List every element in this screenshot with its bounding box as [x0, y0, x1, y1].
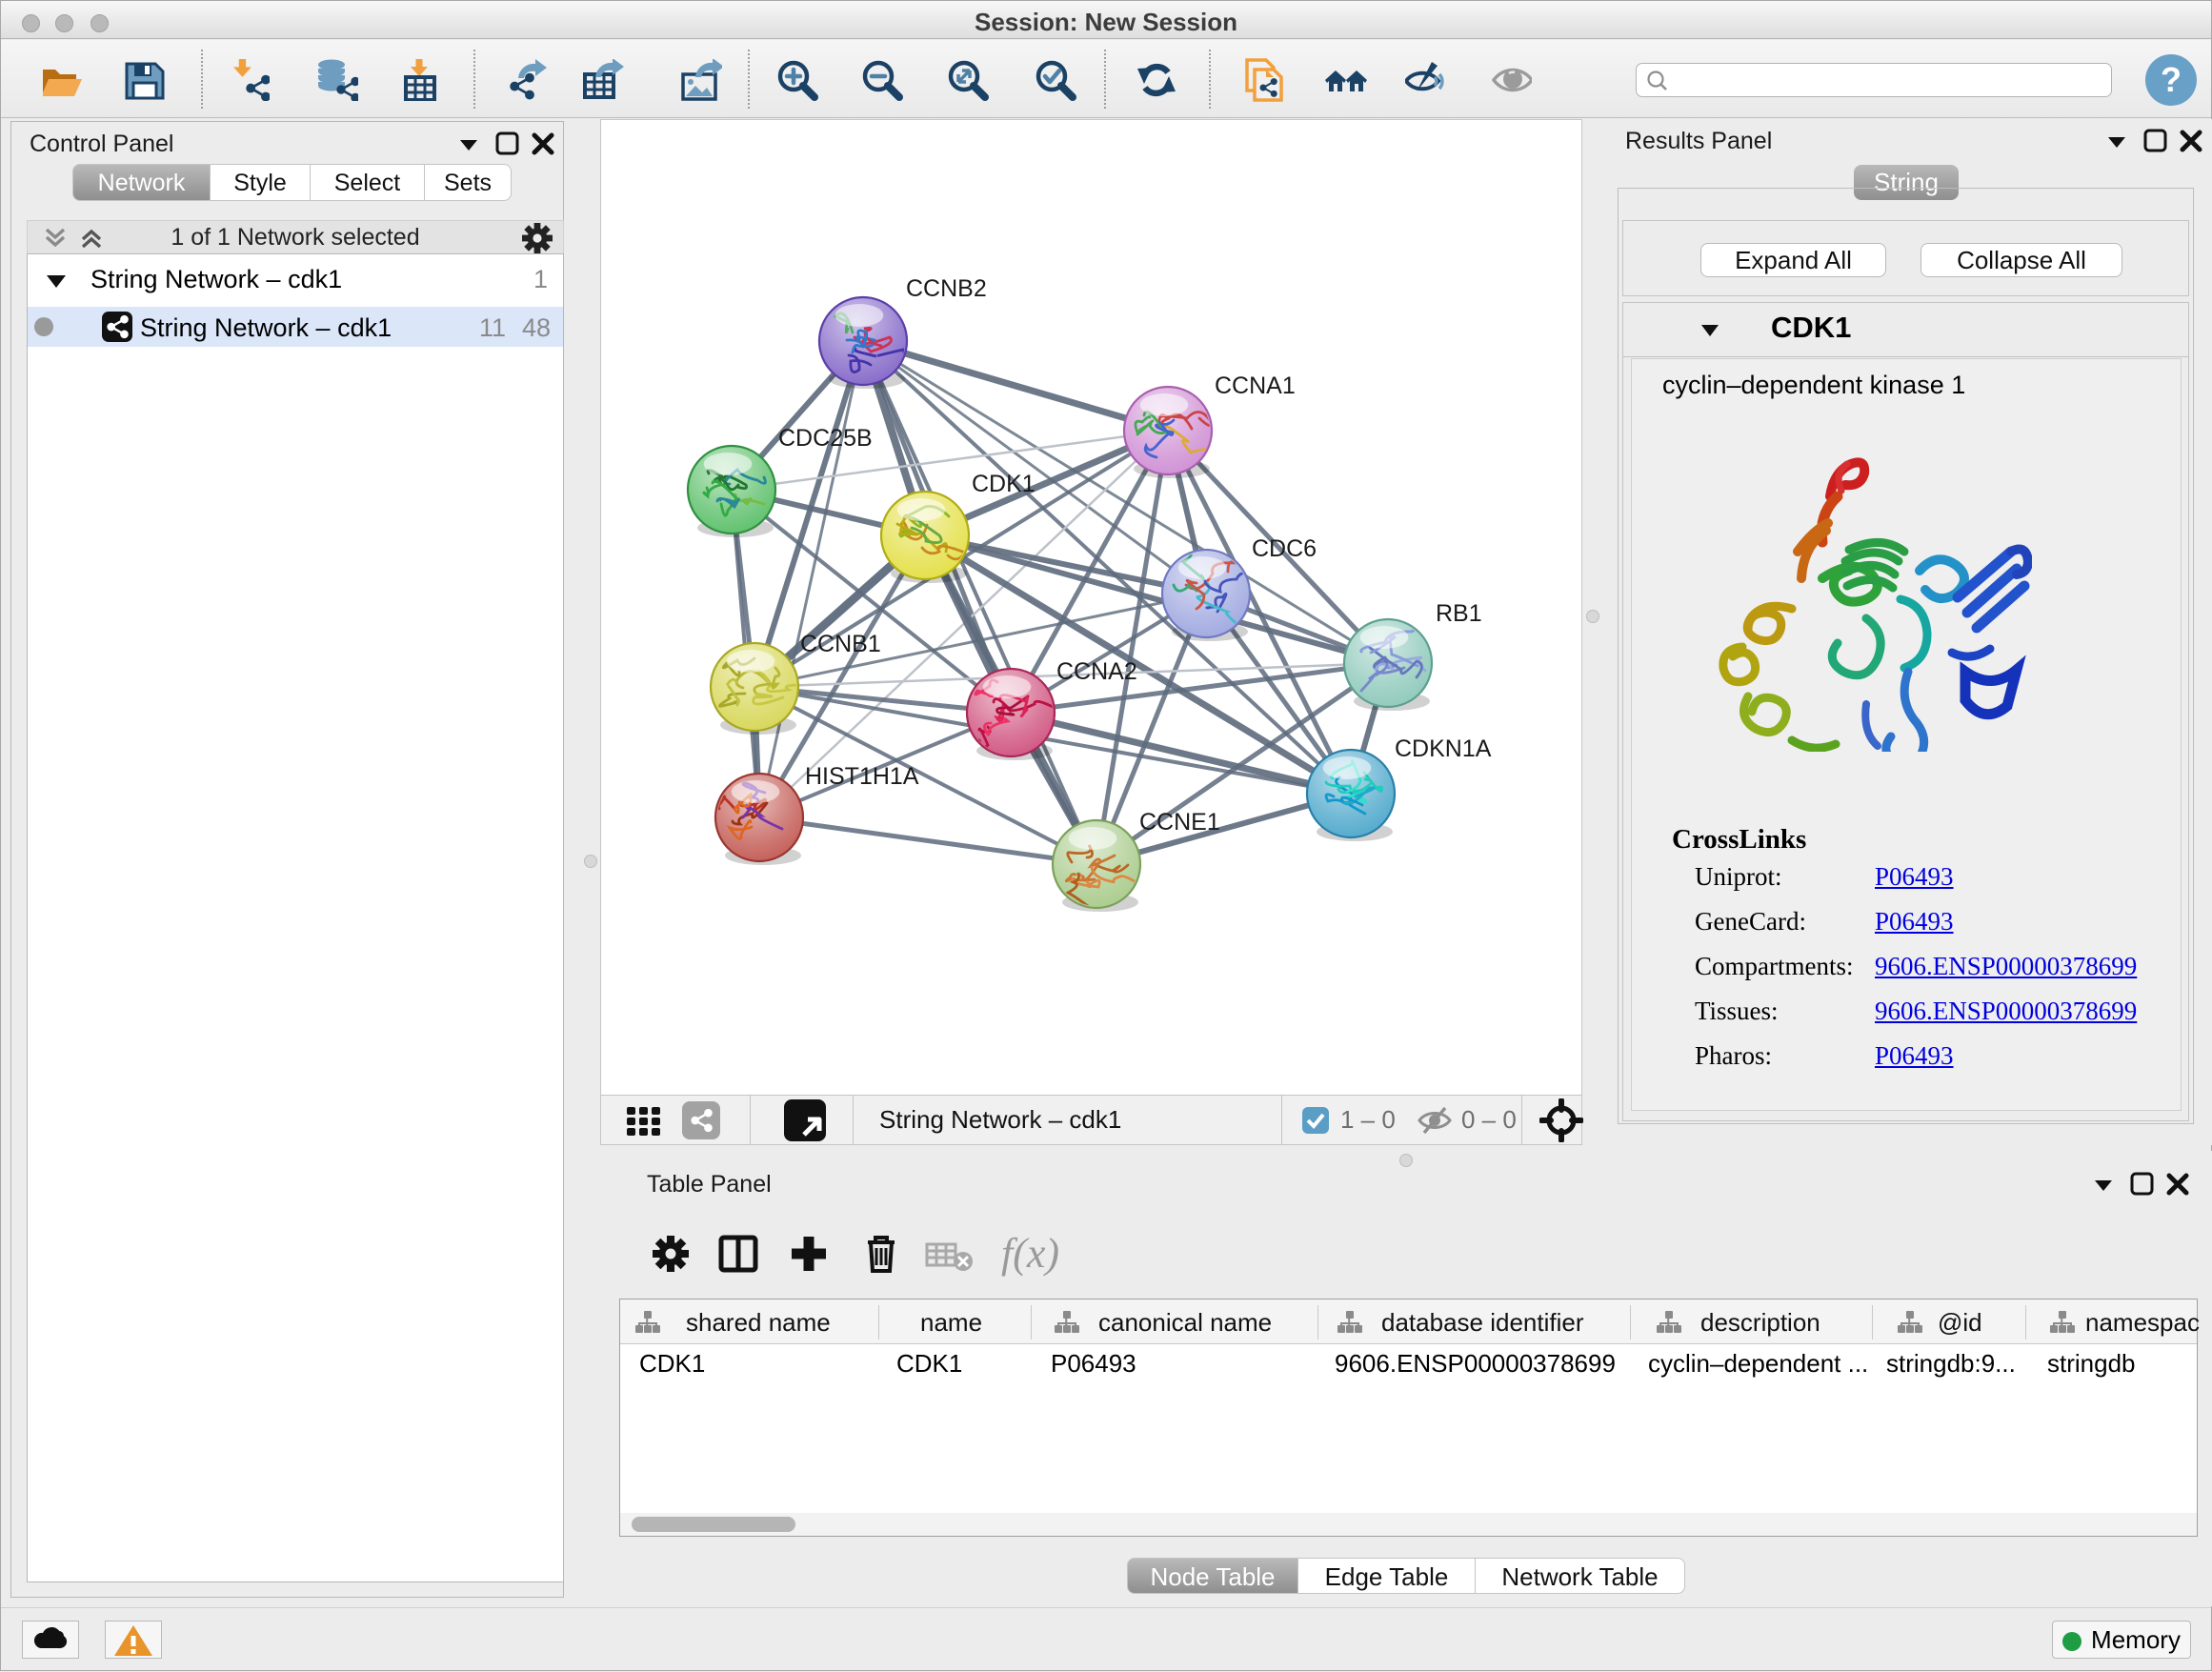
svg-text:CCNB1: CCNB1: [800, 631, 881, 657]
svg-text:?: ?: [2161, 60, 2182, 99]
svg-text:CDC6: CDC6: [1252, 535, 1317, 562]
svg-text:CCNA1: CCNA1: [1215, 373, 1296, 399]
svg-text:CCNB2: CCNB2: [906, 275, 987, 302]
svg-text:CDK1: CDK1: [972, 471, 1036, 497]
svg-text:CDC25B: CDC25B: [778, 425, 873, 452]
svg-text:RB1: RB1: [1436, 600, 1482, 627]
svg-text:HIST1H1A: HIST1H1A: [805, 763, 919, 790]
svg-text:CCNA2: CCNA2: [1056, 658, 1137, 685]
svg-text:CDKN1A: CDKN1A: [1395, 735, 1492, 762]
svg-text:CCNE1: CCNE1: [1139, 809, 1220, 836]
